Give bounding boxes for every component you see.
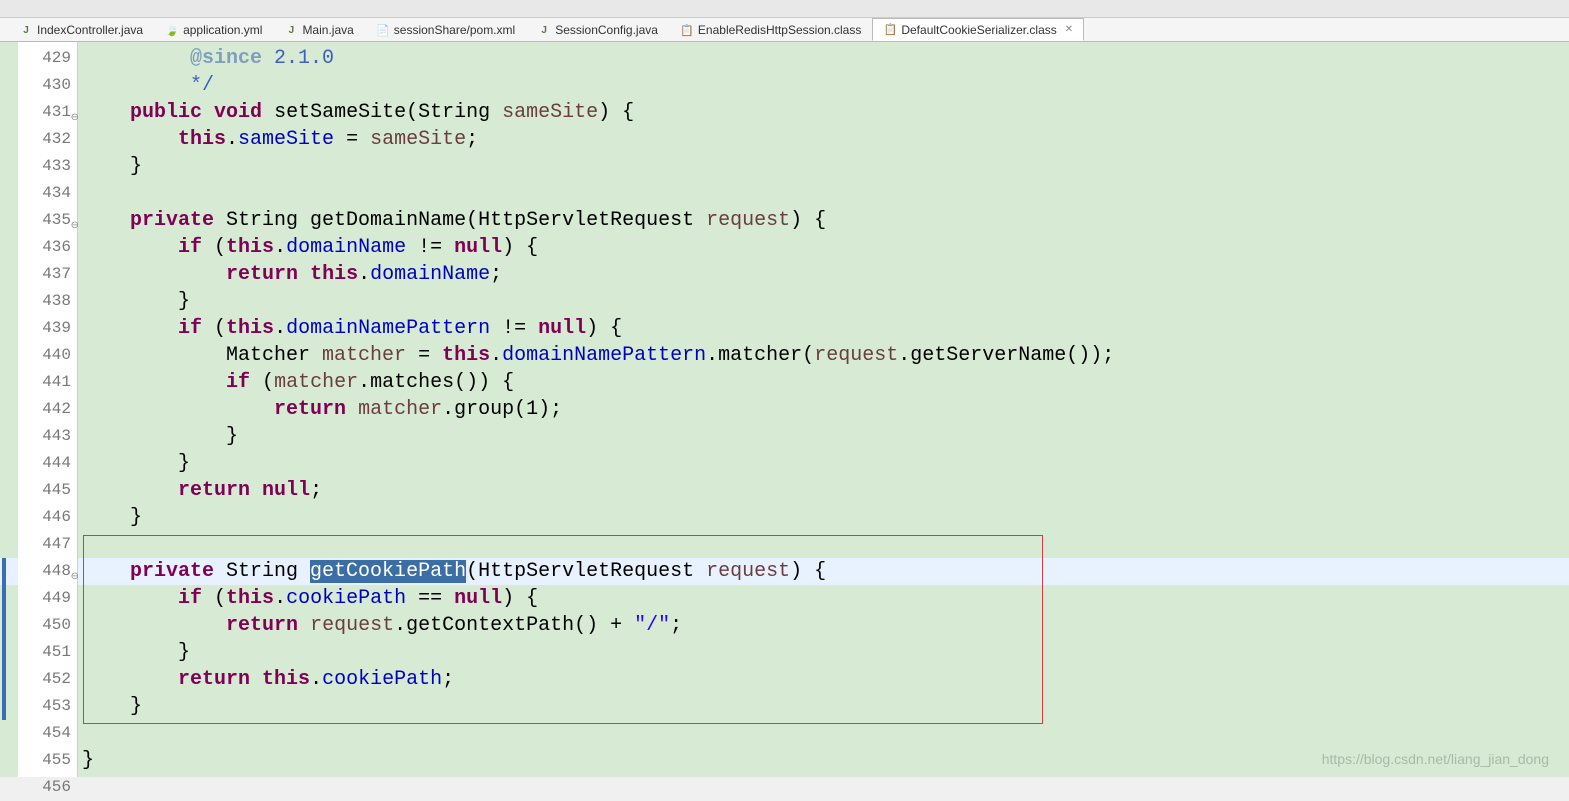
class-icon bbox=[680, 23, 694, 37]
close-icon[interactable]: ✕ bbox=[1065, 24, 1073, 35]
editor-area: 429430431⊖432433434435⊖43643743843944044… bbox=[0, 42, 1569, 777]
code-line[interactable]: if (this.domainName != null) { bbox=[78, 234, 1569, 261]
watermark: https://blog.csdn.net/liang_jian_dong bbox=[1322, 751, 1549, 767]
code-line[interactable]: public void setSameSite(String sameSite)… bbox=[78, 99, 1569, 126]
code-line[interactable]: } bbox=[78, 693, 1569, 720]
code-line[interactable]: private String getCookiePath(HttpServlet… bbox=[78, 558, 1569, 585]
tab-label: sessionShare/pom.xml bbox=[394, 23, 515, 37]
code-line[interactable]: } bbox=[78, 288, 1569, 315]
tab-main-java[interactable]: Main.java bbox=[273, 18, 364, 41]
code-line[interactable]: return request.getContextPath() + "/"; bbox=[78, 612, 1569, 639]
code-line[interactable]: if (matcher.matches()) { bbox=[78, 369, 1569, 396]
yml-icon bbox=[165, 23, 179, 37]
left-margin bbox=[0, 42, 18, 777]
tab-label: application.yml bbox=[183, 23, 262, 37]
line-number: 446 bbox=[18, 504, 77, 531]
line-number: 437 bbox=[18, 261, 77, 288]
tab-indexcontroller-java[interactable]: IndexController.java bbox=[8, 18, 154, 41]
code-line[interactable]: } bbox=[78, 153, 1569, 180]
tab-enableredishttpsession-class[interactable]: EnableRedisHttpSession.class bbox=[669, 18, 872, 41]
line-number: 430 bbox=[18, 72, 77, 99]
tab-application-yml[interactable]: application.yml bbox=[154, 18, 273, 41]
line-number: 456 bbox=[18, 774, 77, 801]
code-line[interactable] bbox=[78, 180, 1569, 207]
line-number: 449 bbox=[18, 585, 77, 612]
code-line[interactable]: return this.cookiePath; bbox=[78, 666, 1569, 693]
change-bar bbox=[2, 558, 6, 720]
line-number: 440 bbox=[18, 342, 77, 369]
line-number: 455 bbox=[18, 747, 77, 774]
gutter: 429430431⊖432433434435⊖43643743843944044… bbox=[18, 42, 78, 777]
line-number: 432 bbox=[18, 126, 77, 153]
code-line[interactable] bbox=[78, 774, 1569, 801]
tab-label: Main.java bbox=[302, 23, 353, 37]
code-line[interactable] bbox=[78, 720, 1569, 747]
j-icon bbox=[537, 23, 551, 37]
line-number: 447 bbox=[18, 531, 77, 558]
tab-defaultcookieserializer-class[interactable]: DefaultCookieSerializer.class ✕ bbox=[872, 18, 1084, 41]
code-area[interactable]: @since 2.1.0 */ public void setSameSite(… bbox=[78, 42, 1569, 777]
line-number: 448⊖ bbox=[18, 558, 77, 585]
line-number: 452 bbox=[18, 666, 77, 693]
tab-label: IndexController.java bbox=[37, 23, 143, 37]
line-number: 453 bbox=[18, 693, 77, 720]
j-icon bbox=[284, 23, 298, 37]
line-number: 442 bbox=[18, 396, 77, 423]
code-line[interactable]: return this.domainName; bbox=[78, 261, 1569, 288]
line-number: 441 bbox=[18, 369, 77, 396]
line-number: 434 bbox=[18, 180, 77, 207]
code-line[interactable]: Matcher matcher = this.domainNamePattern… bbox=[78, 342, 1569, 369]
line-number: 436 bbox=[18, 234, 77, 261]
line-number: 444 bbox=[18, 450, 77, 477]
code-line[interactable]: private String getDomainName(HttpServlet… bbox=[78, 207, 1569, 234]
line-number: 454 bbox=[18, 720, 77, 747]
line-number: 450 bbox=[18, 612, 77, 639]
j-icon bbox=[19, 23, 33, 37]
code-line[interactable] bbox=[78, 531, 1569, 558]
code-line[interactable]: @since 2.1.0 bbox=[78, 45, 1569, 72]
tab-label: DefaultCookieSerializer.class bbox=[901, 23, 1056, 37]
code-line[interactable]: } bbox=[78, 639, 1569, 666]
tab-sessionconfig-java[interactable]: SessionConfig.java bbox=[526, 18, 669, 41]
code-line[interactable]: } bbox=[78, 423, 1569, 450]
tab-bar: IndexController.java application.yml Main.… bbox=[0, 18, 1569, 42]
line-number: 439 bbox=[18, 315, 77, 342]
line-number: 438 bbox=[18, 288, 77, 315]
line-number: 435⊖ bbox=[18, 207, 77, 234]
code-line[interactable]: } bbox=[78, 504, 1569, 531]
toolbar-area bbox=[0, 0, 1569, 18]
line-number: 433 bbox=[18, 153, 77, 180]
tab-label: EnableRedisHttpSession.class bbox=[698, 23, 861, 37]
xml-icon bbox=[376, 23, 390, 37]
line-number: 451 bbox=[18, 639, 77, 666]
line-number: 431⊖ bbox=[18, 99, 77, 126]
tab-label: SessionConfig.java bbox=[555, 23, 658, 37]
code-line[interactable]: return matcher.group(1); bbox=[78, 396, 1569, 423]
line-number: 443 bbox=[18, 423, 77, 450]
code-line[interactable]: return null; bbox=[78, 477, 1569, 504]
tab-sessionshare-pom-xml[interactable]: sessionShare/pom.xml bbox=[365, 18, 526, 41]
line-number: 429 bbox=[18, 45, 77, 72]
code-line[interactable]: this.sameSite = sameSite; bbox=[78, 126, 1569, 153]
code-line[interactable]: } bbox=[78, 450, 1569, 477]
class-icon bbox=[883, 23, 897, 37]
code-line[interactable]: if (this.cookiePath == null) { bbox=[78, 585, 1569, 612]
line-number: 445 bbox=[18, 477, 77, 504]
code-line[interactable]: */ bbox=[78, 72, 1569, 99]
code-line[interactable]: if (this.domainNamePattern != null) { bbox=[78, 315, 1569, 342]
